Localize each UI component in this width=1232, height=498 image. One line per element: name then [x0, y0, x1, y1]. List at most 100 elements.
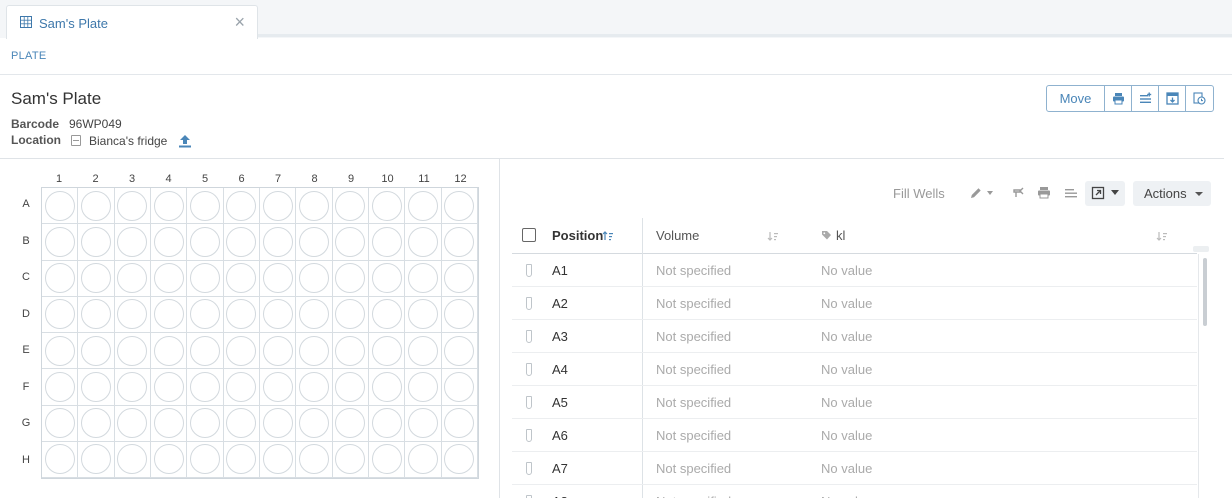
plate-well[interactable]	[223, 188, 260, 225]
cell-kl[interactable]: No value	[821, 263, 872, 278]
plate-well[interactable]	[296, 260, 333, 297]
plate-well[interactable]	[114, 333, 151, 370]
plate-well[interactable]	[368, 441, 406, 478]
plate-well[interactable]	[405, 188, 442, 225]
plate-well[interactable]	[441, 369, 478, 406]
plate-column-label[interactable]: 4	[151, 173, 187, 185]
print-button[interactable]	[1105, 86, 1132, 111]
plate-well[interactable]	[187, 188, 224, 225]
plate-row-label[interactable]: D	[18, 308, 34, 320]
plate-well[interactable]	[296, 369, 333, 406]
plate-well[interactable]	[42, 405, 79, 442]
plate-well[interactable]	[368, 405, 406, 442]
plate-well[interactable]	[114, 188, 151, 225]
plate-well[interactable]	[114, 441, 151, 478]
plate-well[interactable]	[332, 260, 369, 297]
cell-volume[interactable]: Not specified	[656, 461, 731, 476]
plate-column-label[interactable]: 7	[260, 173, 296, 185]
table-row[interactable]: A2 Not specified No value	[512, 287, 1197, 320]
plate-well[interactable]	[259, 296, 297, 333]
plate-well[interactable]	[187, 333, 224, 370]
plate-well[interactable]	[187, 260, 224, 297]
plate-well[interactable]	[259, 333, 297, 370]
plate-well[interactable]	[150, 441, 188, 478]
table-row[interactable]: A5 Not specified No value	[512, 386, 1197, 419]
plate-well[interactable]	[150, 188, 188, 225]
plate-well[interactable]	[114, 224, 151, 261]
plate-well[interactable]	[114, 260, 151, 297]
plate-well[interactable]	[223, 224, 260, 261]
plate-well[interactable]	[405, 441, 442, 478]
plate-well[interactable]	[332, 405, 369, 442]
column-header-position[interactable]: Position	[552, 228, 603, 243]
plate-well[interactable]	[78, 188, 115, 225]
table-row[interactable]: A7 Not specified No value	[512, 452, 1197, 485]
cell-volume[interactable]: Not specified	[656, 362, 731, 377]
plate-well[interactable]	[368, 224, 406, 261]
plate-well[interactable]	[441, 224, 478, 261]
plate-well[interactable]	[259, 224, 297, 261]
plate-row-label[interactable]: G	[18, 417, 34, 429]
plate-well[interactable]	[332, 333, 369, 370]
plate-well[interactable]	[223, 369, 260, 406]
cell-volume[interactable]: Not specified	[656, 329, 731, 344]
plate-well[interactable]	[223, 296, 260, 333]
archive-button[interactable]	[1159, 86, 1186, 111]
plate-well[interactable]	[78, 296, 115, 333]
plate-well[interactable]	[259, 405, 297, 442]
cell-kl[interactable]: No value	[821, 395, 872, 410]
plate-well[interactable]	[259, 369, 297, 406]
cell-kl[interactable]: No value	[821, 362, 872, 377]
upload-icon[interactable]	[178, 134, 192, 148]
tab-sams-plate[interactable]: Sam's Plate ×	[6, 5, 258, 39]
plate-well[interactable]	[78, 405, 115, 442]
sort-ascending-icon[interactable]	[602, 230, 614, 242]
pencil-icon[interactable]	[968, 185, 984, 201]
cell-volume[interactable]: Not specified	[656, 494, 731, 498]
plate-well[interactable]	[332, 188, 369, 225]
plate-well[interactable]	[368, 296, 406, 333]
plate-column-label[interactable]: 11	[406, 173, 442, 185]
plate-well[interactable]	[441, 333, 478, 370]
plate-column-label[interactable]: 6	[224, 173, 260, 185]
plate-well[interactable]	[78, 441, 115, 478]
table-row[interactable]: A3 Not specified No value	[512, 320, 1197, 353]
sort-icon[interactable]	[1156, 230, 1168, 242]
plate-well[interactable]	[78, 260, 115, 297]
plate-row-label[interactable]: C	[18, 271, 34, 283]
plate-well[interactable]	[223, 441, 260, 478]
table-row[interactable]: A8 Not specified No value	[512, 485, 1197, 498]
cell-kl[interactable]: No value	[821, 461, 872, 476]
plate-well[interactable]	[150, 333, 188, 370]
plate-well[interactable]	[187, 405, 224, 442]
table-row[interactable]: A4 Not specified No value	[512, 353, 1197, 386]
plate-row-label[interactable]: H	[18, 454, 34, 466]
history-button[interactable]	[1186, 86, 1213, 111]
plate-column-label[interactable]: 8	[297, 173, 333, 185]
plate-well[interactable]	[296, 188, 333, 225]
plate-well[interactable]	[405, 224, 442, 261]
plate-well[interactable]	[114, 369, 151, 406]
sort-icon[interactable]	[767, 230, 779, 242]
plate-well[interactable]	[114, 296, 151, 333]
plate-well[interactable]	[368, 369, 406, 406]
plate-well[interactable]	[150, 224, 188, 261]
plate-well[interactable]	[78, 224, 115, 261]
cell-kl[interactable]: No value	[821, 296, 872, 311]
plate-well[interactable]	[441, 260, 478, 297]
plate-well[interactable]	[405, 369, 442, 406]
plate-well[interactable]	[42, 441, 79, 478]
plate-well[interactable]	[42, 260, 79, 297]
plate-well[interactable]	[223, 405, 260, 442]
plate-well[interactable]	[223, 260, 260, 297]
move-button[interactable]: Move	[1047, 86, 1105, 111]
plate-well[interactable]	[42, 296, 79, 333]
plate-well[interactable]	[405, 405, 442, 442]
dropper-icon[interactable]	[1010, 185, 1026, 201]
plate-well[interactable]	[42, 224, 79, 261]
cell-volume[interactable]: Not specified	[656, 296, 731, 311]
plate-well[interactable]	[259, 441, 297, 478]
plate-well[interactable]	[150, 260, 188, 297]
select-all-checkbox[interactable]	[522, 228, 536, 242]
list-add-button[interactable]	[1132, 86, 1159, 111]
